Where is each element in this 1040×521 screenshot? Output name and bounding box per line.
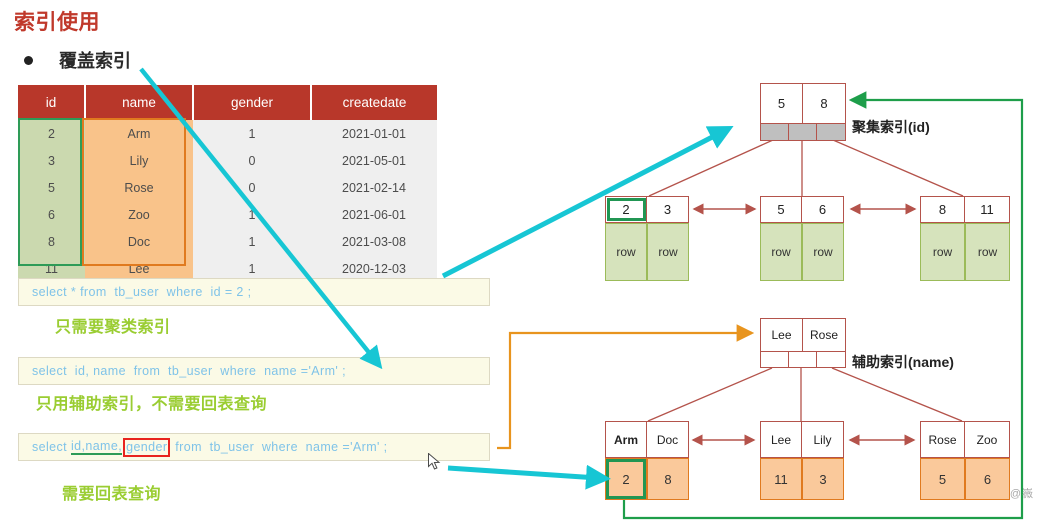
table-row: 2 Arm 1 2021-01-01 xyxy=(18,120,437,147)
clustered-root-pointer xyxy=(817,124,845,140)
sql-statement-2[interactable]: select id, name from tb_user where name … xyxy=(18,357,490,385)
clustered-leaf-key: 6 xyxy=(818,202,827,217)
clustered-leaf-row: row xyxy=(760,223,802,281)
cell-gender: 0 xyxy=(193,174,311,201)
cell-name: Rose xyxy=(85,174,193,201)
bullet-label: 覆盖索引 xyxy=(59,51,131,71)
bullet-covering-index: 覆盖索引 xyxy=(24,47,131,73)
cell-createdate: 2021-05-01 xyxy=(311,147,437,174)
secondary-index-caption: 辅助索引(name) xyxy=(852,354,954,370)
clustered-leaf-row: row xyxy=(647,223,689,281)
secondary-root-pointer xyxy=(761,352,790,367)
clustered-index-caption: 聚集索引(id) xyxy=(852,119,930,135)
th-id: id xyxy=(18,85,86,120)
sql-text-3-post: from tb_user where name ='Arm' ; xyxy=(171,440,388,454)
sql-covered-columns: id,name, xyxy=(70,439,123,455)
table-row: 8 Doc 1 2021-03-08 xyxy=(18,228,437,255)
table-header-row: id name gender createdate xyxy=(18,85,437,120)
slide-canvas: 索引使用 覆盖索引 id name gender createdate 2 Arm… xyxy=(0,0,1040,521)
clustered-leaf-node: 2 3 row row xyxy=(605,196,689,281)
mouse-cursor-icon xyxy=(428,453,441,470)
secondary-leaf-key: Rose xyxy=(921,422,966,457)
note-clustered-only: 只需要聚类索引 xyxy=(55,319,171,336)
secondary-root-key: Lee xyxy=(761,319,804,351)
sql-uncovered-column: gender xyxy=(123,437,171,457)
secondary-leaf-node: Arm Doc 2 8 xyxy=(605,421,689,500)
secondary-root-key: Rose xyxy=(810,328,839,342)
note-secondary-only: 只用辅助索引，不需要回表查询 xyxy=(36,396,268,413)
th-gender: gender xyxy=(193,85,312,120)
note-backfill-required: 需要回表查询 xyxy=(62,486,162,503)
clustered-root-pointer xyxy=(761,124,790,140)
clustered-leaf-node: 8 11 row row xyxy=(920,196,1010,281)
clustered-leaf-key: 8 xyxy=(921,197,966,222)
secondary-leaf-value: 8 xyxy=(647,458,689,500)
cell-gender: 1 xyxy=(193,228,311,255)
table-row: 5 Rose 0 2021-02-14 xyxy=(18,174,437,201)
clustered-leaf-node: 5 6 row row xyxy=(760,196,844,281)
table-row: 3 Lily 0 2021-05-01 xyxy=(18,147,437,174)
cell-id: 8 xyxy=(18,228,85,255)
clustered-leaf-row: row xyxy=(605,223,647,281)
sql-statement-3[interactable]: select id,name, gender from tb_user where… xyxy=(18,433,490,461)
cell-createdate: 2021-03-08 xyxy=(311,228,437,255)
cell-id: 6 xyxy=(18,201,85,228)
sql-text-2: select id, name from tb_user where name … xyxy=(32,364,346,378)
clustered-leaf-key: 11 xyxy=(980,202,994,217)
secondary-leaf-node: Rose Zoo 5 6 xyxy=(920,421,1010,500)
secondary-leaf-key: Doc xyxy=(656,432,679,447)
clustered-tree-edges xyxy=(648,139,964,197)
cell-gender: 0 xyxy=(193,147,311,174)
clustered-leaf-key: 5 xyxy=(761,197,803,222)
cell-gender: 1 xyxy=(193,120,311,147)
cell-name: Arm xyxy=(85,120,193,147)
clustered-leaf-key: 3 xyxy=(663,202,672,217)
page-title: 索引使用 xyxy=(14,11,100,34)
sql-text-3-pre: select xyxy=(32,440,71,454)
sql-text-1: select * from tb_user where id = 2 ; xyxy=(32,285,252,299)
secondary-root-pointer xyxy=(789,352,818,367)
cyan-arrow-backfill-query xyxy=(447,464,611,490)
cell-name: Lily xyxy=(85,147,193,174)
secondary-leaf-node: Lee Lily 11 3 xyxy=(760,421,844,500)
secondary-leaf-value: 3 xyxy=(802,458,844,500)
clustered-root-node: 5 8 xyxy=(760,83,846,141)
secondary-root-node: Lee Rose xyxy=(760,318,846,368)
clustered-leaf-row: row xyxy=(802,223,844,281)
cell-name: Zoo xyxy=(85,201,193,228)
secondary-leaf-value: 5 xyxy=(920,458,965,500)
clustered-root-pointer xyxy=(789,124,818,140)
secondary-leaf-key: Lee xyxy=(761,422,803,457)
secondary-leaf-value-selected: 2 xyxy=(605,458,647,500)
clustered-root-key: 5 xyxy=(761,84,804,123)
cell-gender: 1 xyxy=(193,201,311,228)
bullet-dot-icon xyxy=(24,55,33,65)
cell-createdate: 2021-02-14 xyxy=(311,174,437,201)
clustered-leaf-row: row xyxy=(965,223,1010,281)
cell-createdate: 2021-01-01 xyxy=(311,120,437,147)
cell-createdate: 2021-06-01 xyxy=(311,201,437,228)
clustered-leaf-key-selected: 2 xyxy=(606,197,648,222)
cell-id: 3 xyxy=(18,147,85,174)
secondary-leaf-value: 11 xyxy=(760,458,802,500)
clustered-leaf-row: row xyxy=(920,223,965,281)
secondary-tree-edges xyxy=(647,367,963,422)
table-body: 2 Arm 1 2021-01-01 3 Lily 0 2021-05-01 5 Rose 0 2… xyxy=(18,120,437,282)
cell-name: Doc xyxy=(85,228,193,255)
th-name: name xyxy=(85,85,194,120)
tb-user-table: id name gender createdate 2 Arm 1 2021-01-0… xyxy=(18,85,437,282)
secondary-root-pointer xyxy=(817,352,845,367)
secondary-leaf-value: 6 xyxy=(965,458,1010,500)
sql-statement-1[interactable]: select * from tb_user where id = 2 ; xyxy=(18,278,490,306)
cell-id: 5 xyxy=(18,174,85,201)
table-row: 6 Zoo 1 2021-06-01 xyxy=(18,201,437,228)
cell-id: 2 xyxy=(18,120,85,147)
th-createdate: createdate xyxy=(311,85,437,120)
secondary-leaf-key: Arm xyxy=(606,422,648,457)
secondary-leaf-key: Lily xyxy=(813,432,832,447)
clustered-root-key: 8 xyxy=(820,96,828,111)
secondary-leaf-key: Zoo xyxy=(976,432,998,447)
